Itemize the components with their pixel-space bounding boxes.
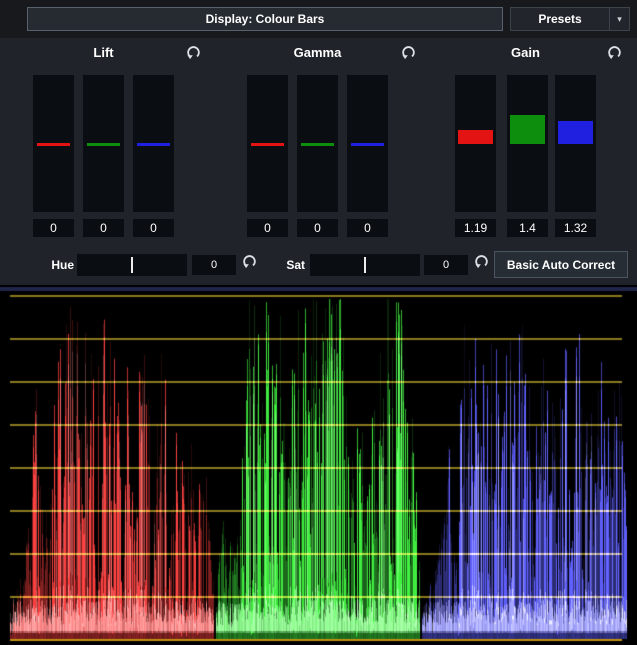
gain-green-handle[interactable] xyxy=(510,115,545,144)
reset-icon xyxy=(473,253,490,270)
sat-reset-button[interactable] xyxy=(472,253,490,271)
gamma-red-value[interactable]: 0 xyxy=(247,219,288,237)
presets-button[interactable]: Presets ▾ xyxy=(510,7,630,31)
hue-reset-button[interactable] xyxy=(240,253,258,271)
lift-reset-button[interactable] xyxy=(184,44,202,62)
gamma-blue-slider[interactable] xyxy=(347,75,388,212)
hue-value[interactable]: 0 xyxy=(192,255,236,275)
gamma-reset-button[interactable] xyxy=(399,44,417,62)
scope-canvas xyxy=(0,285,637,645)
gain-red-handle[interactable] xyxy=(458,130,493,144)
hue-slider-handle[interactable] xyxy=(131,257,133,273)
gain-green-value[interactable]: 1.4 xyxy=(507,219,548,237)
lift-blue-handle[interactable] xyxy=(137,143,170,146)
reset-icon xyxy=(241,253,258,270)
sat-value[interactable]: 0 xyxy=(424,255,468,275)
gain-reset-button[interactable] xyxy=(605,44,623,62)
gain-red-value[interactable]: 1.19 xyxy=(455,219,496,237)
lift-green-slider[interactable] xyxy=(83,75,124,212)
lift-green-value[interactable]: 0 xyxy=(83,219,124,237)
gain-blue-value[interactable]: 1.32 xyxy=(555,219,596,237)
display-mode-button[interactable]: Display: Colour Bars xyxy=(27,7,503,31)
lift-red-handle[interactable] xyxy=(37,143,70,146)
gamma-green-value[interactable]: 0 xyxy=(297,219,338,237)
sat-slider-handle[interactable] xyxy=(364,257,366,273)
hue-slider[interactable] xyxy=(77,254,187,276)
gamma-green-slider[interactable] xyxy=(297,75,338,212)
lift-red-value[interactable]: 0 xyxy=(33,219,74,237)
chevron-down-icon: ▾ xyxy=(617,14,622,25)
gain-section-title: Gain xyxy=(455,45,596,60)
hue-label: Hue xyxy=(38,258,74,272)
reset-icon xyxy=(185,44,202,61)
presets-dropdown-toggle[interactable]: ▾ xyxy=(609,8,629,30)
sat-slider[interactable] xyxy=(310,254,420,276)
toolbar: Display: Colour Bars Presets ▾ xyxy=(0,0,637,38)
lift-blue-value[interactable]: 0 xyxy=(133,219,174,237)
lift-red-slider[interactable] xyxy=(33,75,74,212)
gain-red-slider[interactable] xyxy=(455,75,496,212)
lift-blue-slider[interactable] xyxy=(133,75,174,212)
reset-icon xyxy=(606,44,623,61)
gain-blue-slider[interactable] xyxy=(555,75,596,212)
gamma-blue-value[interactable]: 0 xyxy=(347,219,388,237)
reset-icon xyxy=(400,44,417,61)
gamma-blue-handle[interactable] xyxy=(351,143,384,146)
gain-blue-handle[interactable] xyxy=(558,121,593,144)
lift-green-handle[interactable] xyxy=(87,143,120,146)
gain-green-slider[interactable] xyxy=(507,75,548,212)
gamma-red-handle[interactable] xyxy=(251,143,284,146)
sat-label: Sat xyxy=(269,258,305,272)
presets-label: Presets xyxy=(511,8,609,30)
gamma-section-title: Gamma xyxy=(247,45,388,60)
gamma-green-handle[interactable] xyxy=(301,143,334,146)
gamma-red-slider[interactable] xyxy=(247,75,288,212)
lift-section-title: Lift xyxy=(33,45,174,60)
basic-auto-correct-button[interactable]: Basic Auto Correct xyxy=(494,251,628,278)
